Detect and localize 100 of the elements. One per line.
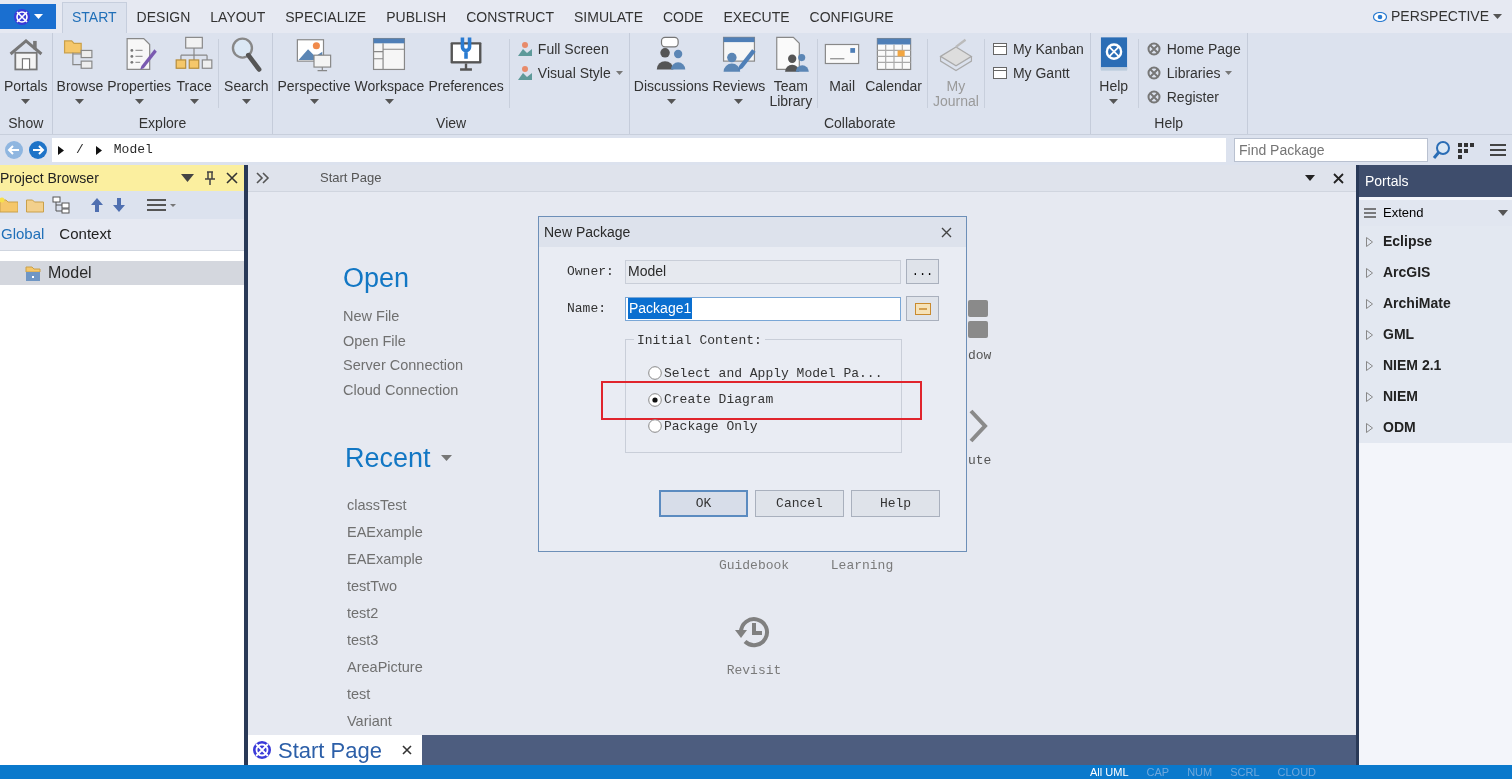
caret-icon [1498,210,1508,216]
caret-icon[interactable] [440,455,452,461]
input-field[interactable]: Model [625,259,901,284]
path-field[interactable]: / Model [52,138,1226,162]
portal-item[interactable]: NIEM [1359,381,1512,412]
option-label[interactable]: Create Diagram [664,390,774,410]
ribbon-tab[interactable]: PUBLISH [376,2,457,33]
close-icon[interactable] [226,172,238,184]
recent-item[interactable]: test3 [343,627,700,654]
option-label[interactable]: Select and Apply Model Pa... [664,363,883,383]
ribbon-button[interactable]: Visual Style [516,61,623,85]
portal-item[interactable]: ODM [1359,412,1512,443]
menu-icon[interactable] [146,198,176,212]
ribbon-tab[interactable]: SPECIALIZE [275,2,377,33]
ribbon-button[interactable]: Reviews [710,35,768,104]
ribbon-button[interactable]: Portals [2,35,50,104]
portal-item[interactable]: NIEM 2.1 [1359,350,1512,381]
ribbon-button[interactable]: Mail [821,35,864,94]
ribbon-button[interactable]: Trace [173,35,216,104]
caret-icon [385,99,394,104]
person-picture-icon [516,65,533,81]
radio-button[interactable] [648,419,662,434]
path-segment[interactable]: / [76,140,84,160]
chevrons-icon[interactable] [256,172,270,184]
shortcut-label[interactable]: ute [968,450,992,470]
portal-item[interactable]: ArchiMate [1359,288,1512,319]
ribbon-button[interactable]: Home Page [1145,37,1241,61]
recent-item[interactable]: AreaPicture [343,654,700,681]
caret-icon [241,99,251,104]
ribbon-tab[interactable]: CODE [653,2,714,33]
ribbon-tab[interactable]: LAYOUT [200,2,276,33]
ribbon-tab[interactable]: CONFIGURE [799,2,904,33]
forward-icon[interactable] [28,140,48,160]
ribbon-button[interactable]: Discussions [631,35,711,104]
path-segment[interactable]: Model [113,140,153,160]
down-arrow-icon[interactable] [112,197,126,213]
option-label[interactable]: Package Only [664,416,758,436]
close-icon[interactable] [1333,172,1344,184]
app-menu-button[interactable] [0,4,56,29]
dropdown-icon[interactable] [1305,175,1315,181]
ribbon-button[interactable]: Libraries [1145,61,1241,85]
expander-icon[interactable] [58,145,64,155]
shortcut-label[interactable]: Guidebook [718,555,790,575]
document-tab[interactable]: Start Page [248,735,422,765]
tree-item[interactable]: Model [0,261,244,285]
close-icon[interactable] [941,226,952,238]
recent-item[interactable]: Variant [343,708,700,735]
portal-item[interactable]: GML [1359,319,1512,350]
recent-item[interactable]: testTwo [343,573,700,600]
panel-tab[interactable]: Context [58,223,112,246]
ribbon-tab[interactable]: EXECUTE [713,2,800,33]
hierarchy-icon[interactable] [52,196,70,214]
status-item: CAP [1146,766,1170,778]
tiles-icon[interactable] [968,299,988,338]
dialog-button[interactable]: Cancel [755,490,844,517]
ribbon-button[interactable]: Team Library [767,35,815,109]
search-field[interactable]: Find Package [1234,138,1428,162]
portal-item[interactable]: ArcGIS [1359,257,1512,288]
recent-item[interactable]: test [343,681,700,708]
panel-tab[interactable]: Global [0,223,45,246]
filter-dropdown[interactable]: Extend [1359,200,1512,226]
grid-icon[interactable] [1456,140,1476,160]
ribbon-button[interactable]: Search [222,35,271,104]
ribbon-tab[interactable]: START [62,2,127,33]
recent-item[interactable]: test2 [343,600,700,627]
close-icon[interactable] [401,745,412,755]
shortcut-label[interactable]: Learning [830,555,894,575]
radio-button[interactable] [648,366,662,381]
ribbon-button[interactable]: Full Screen [516,37,623,61]
up-arrow-icon[interactable] [90,197,104,213]
dialog-button[interactable]: OK [659,490,748,517]
ribbon-button[interactable]: Help [1092,35,1135,104]
portal-item[interactable]: Eclipse [1359,226,1512,257]
radio-button[interactable] [648,392,662,407]
ribbon-tab[interactable]: CONSTRUCT [456,2,564,33]
calendar-icon [874,35,913,73]
ribbon-tab[interactable]: DESIGN [126,2,201,33]
ribbon-button[interactable]: Perspective [275,35,353,104]
group-label: Explore [137,114,188,133]
pin-icon[interactable] [204,171,216,185]
shortcut-label[interactable]: dow [968,345,992,365]
ribbon-button[interactable]: Calendar [863,35,924,94]
recent-item[interactable]: EAExample [343,546,700,573]
ribbon-button[interactable]: Browse [54,35,106,104]
ribbon-button[interactable]: My Gantt [991,61,1084,85]
ribbon-button[interactable]: Register [1145,85,1241,109]
dialog-button[interactable]: Help [851,490,940,517]
search-icon[interactable] [1432,140,1452,160]
ribbon-button[interactable]: Properties [105,35,174,104]
dropdown-icon[interactable] [181,174,194,182]
ribbon-tab[interactable]: SIMULATE [564,2,653,33]
browse-button[interactable]: ... [906,259,939,284]
perspective-menu[interactable]: PERSPECTIVE [1372,6,1502,27]
shortcut-label[interactable]: Revisit [726,660,782,680]
chevron-icon[interactable] [968,408,988,443]
ribbon-button[interactable]: Preferences [426,35,506,94]
input-field[interactable]: Package1 [625,296,901,321]
expander-icon[interactable] [95,145,102,155]
ribbon-button[interactable]: My Kanban [991,37,1084,61]
ribbon-button[interactable]: Workspace [352,35,427,104]
